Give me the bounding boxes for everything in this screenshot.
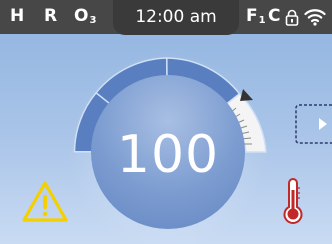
thermometer-icon[interactable]: [280, 178, 306, 224]
play-right-icon: [319, 118, 327, 130]
next-button[interactable]: [295, 104, 332, 144]
device-screen: H R O3 12:00 am F1 C 100: [0, 0, 332, 244]
warning-icon[interactable]: [21, 180, 69, 224]
dial-value: 100: [116, 125, 220, 185]
